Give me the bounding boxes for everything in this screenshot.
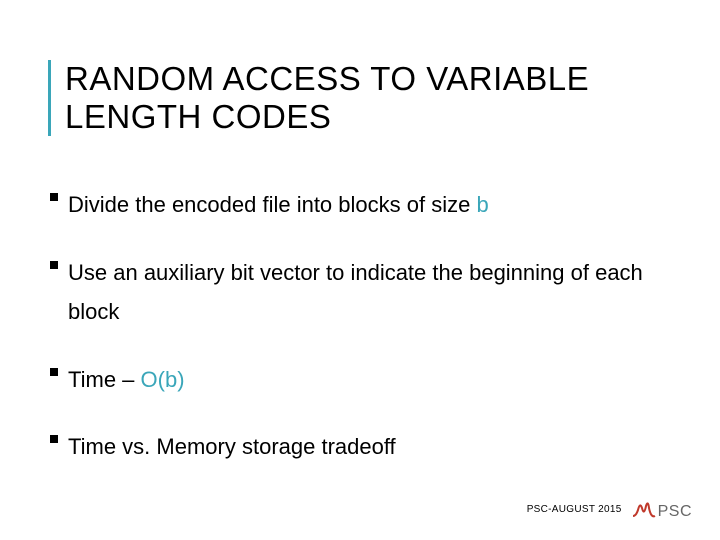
bullet-icon xyxy=(50,193,58,201)
bullet-pre: Divide the encoded file into blocks of s… xyxy=(68,192,476,217)
bullet-pre: Time vs. Memory storage tradeoff xyxy=(68,434,396,459)
bullet-accent: b xyxy=(476,192,488,217)
list-item: Time – O(b) xyxy=(50,360,670,400)
bullet-icon xyxy=(50,435,58,443)
footer: PSC-AUGUST 2015 PSC xyxy=(527,498,692,520)
bullet-text: Use an auxiliary bit vector to indicate … xyxy=(68,253,670,332)
bullet-text: Time vs. Memory storage tradeoff xyxy=(68,427,396,467)
logo-text: PSC xyxy=(658,504,692,520)
bullet-pre: Time – xyxy=(68,367,141,392)
bullet-accent: O(b) xyxy=(141,367,185,392)
psc-logo: PSC xyxy=(632,498,692,520)
slide-title: RANDOM ACCESS TO VARIABLE LENGTH CODES xyxy=(65,60,680,136)
bullet-text: Divide the encoded file into blocks of s… xyxy=(68,185,489,225)
list-item: Divide the encoded file into blocks of s… xyxy=(50,185,670,225)
list-item: Use an auxiliary bit vector to indicate … xyxy=(50,253,670,332)
list-item: Time vs. Memory storage tradeoff xyxy=(50,427,670,467)
content-area: Divide the encoded file into blocks of s… xyxy=(50,185,670,495)
title-container: RANDOM ACCESS TO VARIABLE LENGTH CODES xyxy=(48,60,680,136)
bullet-pre: Use an auxiliary bit vector to indicate … xyxy=(68,260,643,325)
footer-label: PSC-AUGUST 2015 xyxy=(527,504,622,515)
logo-wave-icon xyxy=(632,498,656,520)
bullet-text: Time – O(b) xyxy=(68,360,185,400)
bullet-icon xyxy=(50,261,58,269)
bullet-icon xyxy=(50,368,58,376)
